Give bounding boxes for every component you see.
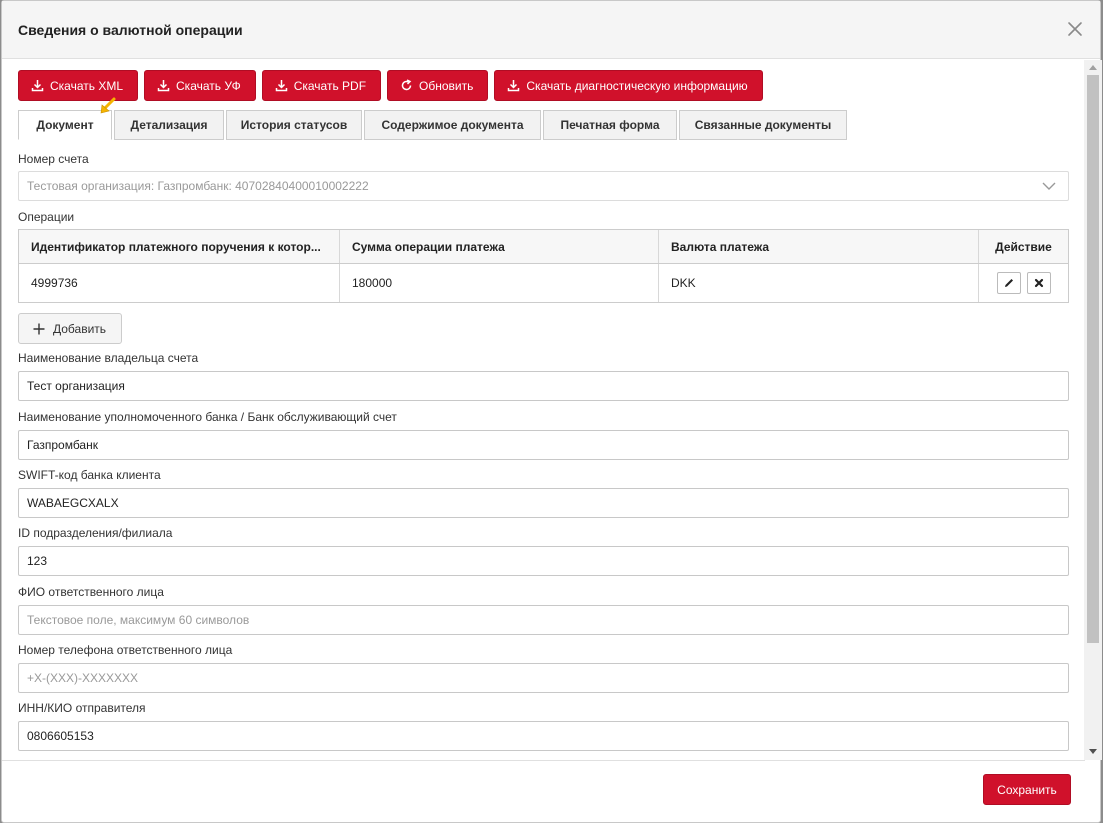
tab-document-content[interactable]: Содержимое документа [364, 110, 541, 140]
tab-bar: Документ Детализация История статусов Со… [18, 110, 849, 140]
download-icon [31, 80, 44, 92]
swift-field[interactable]: WABAEGCXALX [18, 488, 1069, 518]
download-uf-label: Скачать УФ [176, 78, 241, 93]
delete-row-button[interactable] [1026, 272, 1051, 294]
pencil-icon [1004, 279, 1013, 287]
edit-row-button[interactable] [996, 272, 1021, 294]
responsible-phone-label: Номер телефона ответственного лица [18, 643, 233, 657]
vertical-scrollbar[interactable] [1084, 60, 1102, 760]
row-id: 4999736 [19, 264, 340, 302]
tab-print-form[interactable]: Печатная форма [543, 110, 677, 140]
add-operation-label: Добавить [53, 321, 107, 336]
dialog-footer: Сохранить [2, 760, 1085, 822]
dialog-title: Сведения о валютной операции [18, 22, 243, 38]
download-pdf-button[interactable]: Скачать PDF [261, 70, 382, 101]
toolbar: Скачать XML Скачать УФ Скачать PDF Обнов… [18, 70, 763, 101]
swift-label: SWIFT-код банка клиента [18, 468, 161, 482]
column-header-amount[interactable]: Сумма операции платежа [340, 230, 659, 263]
account-value: Тестовая организация: Газпромбанк: 40702… [27, 179, 369, 193]
account-label: Номер счета [18, 152, 89, 166]
download-xml-button[interactable]: Скачать XML [18, 70, 139, 101]
row-amount: 180000 [340, 264, 659, 302]
download-icon [508, 80, 520, 92]
bank-name-label: Наименование уполномоченного банка / Бан… [18, 410, 397, 424]
close-button[interactable] [1064, 17, 1086, 41]
table-row[interactable]: 4999736 180000 DKK [19, 264, 1068, 302]
account-select[interactable]: Тестовая организация: Газпромбанк: 40702… [18, 171, 1069, 201]
column-header-action: Действие [995, 239, 1052, 254]
operations-table: Идентификатор платежного поручения к кот… [18, 229, 1069, 303]
column-header-id[interactable]: Идентификатор платежного поручения к кот… [19, 230, 340, 263]
column-header-currency[interactable]: Валюта платежа [659, 230, 979, 263]
branch-id-label: ID подразделения/филиала [18, 526, 173, 540]
close-icon [1068, 22, 1082, 36]
chevron-down-icon [1042, 182, 1056, 190]
operations-label: Операции [18, 210, 75, 224]
refresh-label: Обновить [419, 78, 474, 93]
tab-related-documents[interactable]: Связанные документы [679, 110, 847, 140]
owner-name-label: Наименование владельца счета [18, 351, 199, 365]
scroll-thumb[interactable] [1087, 75, 1099, 643]
save-button[interactable]: Сохранить [983, 774, 1071, 805]
dialog-body[interactable]: Скачать XML Скачать УФ Скачать PDF Обнов… [2, 60, 1085, 760]
responsible-phone-field[interactable]: +X-(XXX)-XXXXXXX [18, 663, 1069, 693]
table-header: Идентификатор платежного поручения к кот… [19, 230, 1068, 264]
tab-details[interactable]: Детализация [114, 110, 224, 140]
row-currency: DKK [659, 264, 979, 302]
scroll-up-icon[interactable] [1089, 65, 1097, 70]
responsible-name-label: ФИО ответственного лица [18, 585, 164, 599]
download-icon [275, 80, 287, 92]
add-operation-button[interactable]: Добавить [18, 313, 122, 344]
download-diagnostics-label: Скачать диагностическую информацию [526, 78, 748, 93]
currency-operation-dialog: Сведения о валютной операции Скачать XML… [1, 0, 1102, 823]
pointer-arrow-icon [100, 97, 116, 114]
tab-status-history[interactable]: История статусов [226, 110, 362, 140]
refresh-button[interactable]: Обновить [387, 70, 489, 101]
close-icon [1034, 278, 1043, 288]
responsible-name-field[interactable]: Текстовое поле, максимум 60 символов [18, 605, 1069, 635]
plus-icon [33, 323, 45, 334]
download-icon [157, 80, 170, 92]
refresh-icon [401, 79, 412, 91]
scroll-down-icon[interactable] [1089, 749, 1097, 754]
row-actions [979, 264, 1068, 302]
download-uf-button[interactable]: Скачать УФ [144, 70, 256, 101]
download-diagnostics-button[interactable]: Скачать диагностическую информацию [494, 70, 763, 101]
branch-id-field[interactable]: 123 [18, 546, 1069, 576]
owner-name-field[interactable]: Тест организация [18, 371, 1069, 401]
download-xml-label: Скачать XML [50, 78, 124, 93]
inn-field[interactable]: 0806605153 [18, 721, 1069, 751]
download-pdf-label: Скачать PDF [293, 78, 367, 93]
dialog-header: Сведения о валютной операции [2, 1, 1100, 59]
bank-name-field[interactable]: Газпромбанк [18, 430, 1069, 460]
inn-label: ИНН/КИО отправителя [18, 701, 146, 715]
